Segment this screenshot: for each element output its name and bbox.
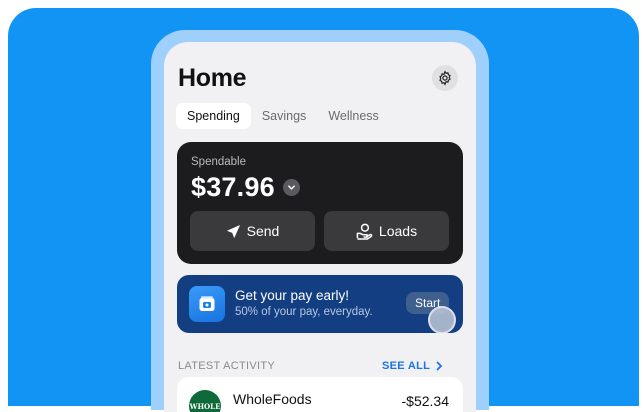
spendable-label: Spendable [191,156,246,168]
send-arrow-icon [226,224,240,238]
chevron-down-icon [287,185,295,190]
spendable-amount: $37.96 [191,172,275,202]
spendable-card: Spendable $37.96 Send Loads [177,142,463,264]
loads-button-label: Loads [378,223,418,239]
pay-card-icon [189,286,225,322]
see-all-link[interactable]: SEE ALL [382,360,443,372]
touch-indicator [428,306,456,333]
spendable-amount-row: $37.96 [191,172,300,203]
latest-activity-header: LATEST ACTIVITY [178,360,276,372]
transaction-amount: -$52.34 [401,393,449,409]
merchant-name: WholeFoods [233,391,312,407]
chevron-right-icon [436,361,443,371]
page-title: Home [178,64,247,92]
send-button-label: Send [246,223,280,239]
tab-wellness[interactable]: Wellness [317,103,389,129]
tab-bar: Spending Savings Wellness [176,103,390,129]
phone-screen: Home Spending Savings Wellness Spendable… [164,42,476,412]
balance-dropdown-button[interactable] [282,179,300,196]
settings-button[interactable] [432,65,458,91]
send-button[interactable]: Send [190,211,315,251]
merchant-logo: WHOLE [189,390,221,412]
gear-icon [439,70,451,86]
promo-subtitle: 50% of your pay, everyday. [235,306,373,318]
see-all-label: SEE ALL [382,360,431,372]
loads-button[interactable]: Loads [324,211,449,251]
hand-coin-icon [356,223,373,240]
activity-row[interactable]: WHOLE WholeFoods -$52.34 [177,377,463,412]
tab-spending[interactable]: Spending [176,103,251,129]
tab-savings[interactable]: Savings [251,103,317,129]
pay-early-banner[interactable]: Get your pay early! 50% of your pay, eve… [177,275,463,333]
promo-title: Get your pay early! [235,288,350,303]
